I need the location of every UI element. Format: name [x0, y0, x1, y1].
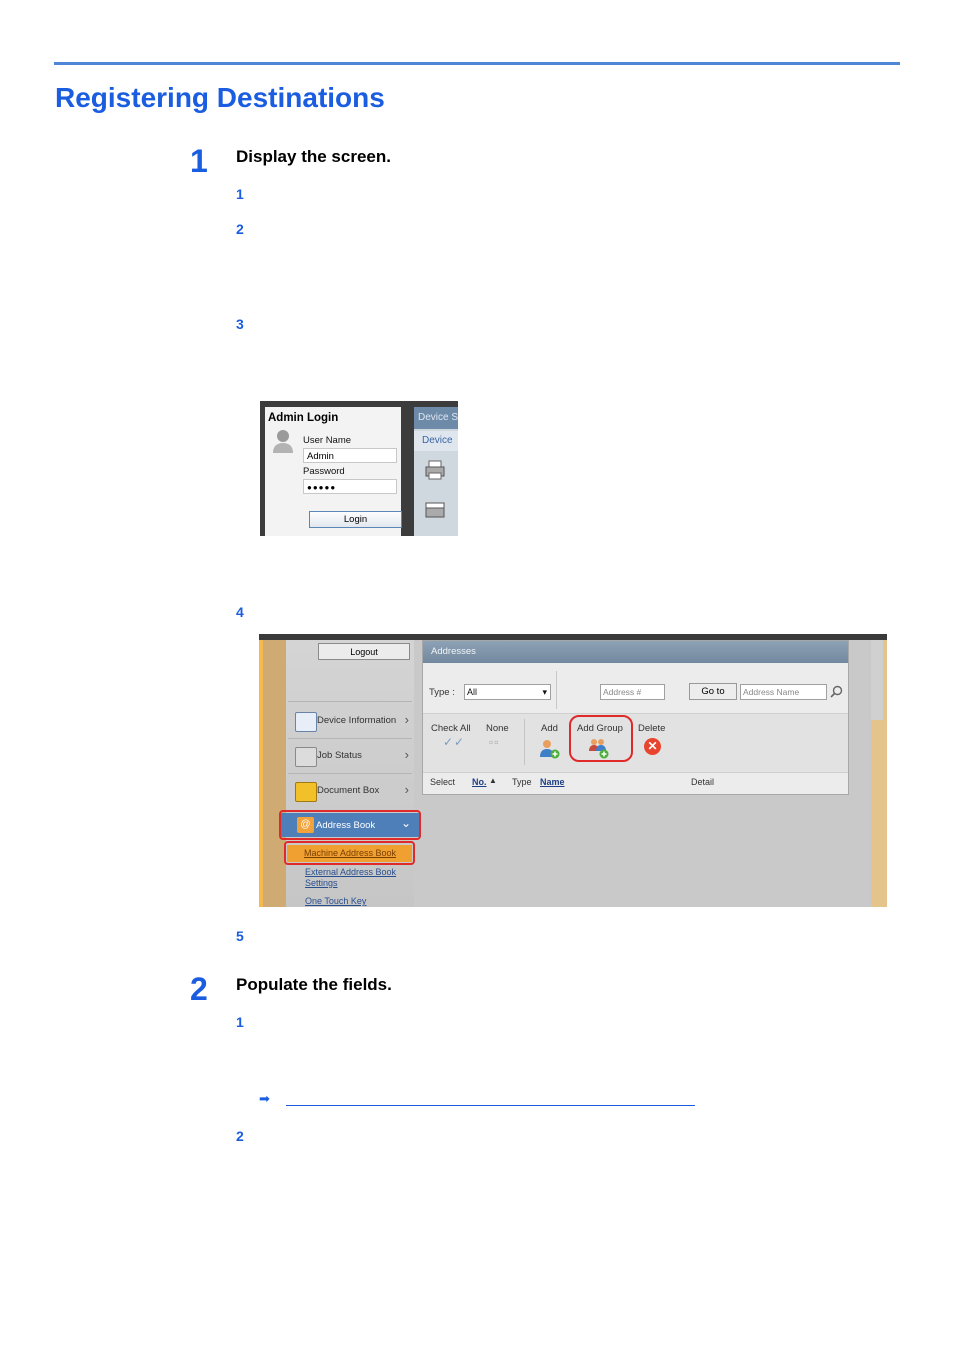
delete-icon: ✕	[644, 738, 661, 755]
arrow-right-icon: ➡	[259, 1091, 270, 1106]
addresses-panel-header: Addresses	[423, 641, 848, 663]
add-user-icon	[540, 740, 560, 759]
page-title: Registering Destinations	[55, 82, 385, 113]
substep-1-3: 3	[236, 316, 244, 332]
nav-device-information[interactable]: Device Information ›	[293, 706, 411, 736]
external-address-book-link-line2[interactable]: Settings	[305, 878, 338, 888]
highlight-machine-address-book	[284, 841, 415, 865]
delete-button[interactable]: Delete	[638, 723, 665, 734]
toolbar-divider	[556, 671, 557, 709]
external-address-book-link[interactable]: External Address Book	[305, 867, 396, 877]
user-icon	[273, 430, 293, 453]
password-field[interactable]: ●●●●●	[303, 479, 397, 494]
substep-1-4: 4	[236, 604, 244, 620]
step-1-number: 1	[190, 143, 208, 179]
scrollbar[interactable]	[871, 640, 883, 720]
substep-2-2: 2	[236, 1128, 244, 1144]
toolbar-band	[423, 713, 848, 773]
column-detail: Detail	[691, 777, 715, 787]
uncheck-icon: ▫▫	[489, 735, 500, 749]
goto-button[interactable]: Go to	[689, 683, 737, 700]
column-no[interactable]: No.	[472, 777, 487, 787]
check-all-icon: ✓✓	[443, 735, 466, 749]
login-button[interactable]: Login	[309, 511, 402, 528]
left-frame-inner	[263, 634, 286, 907]
step-2-number: 2	[190, 971, 208, 1007]
substep-2-1: 1	[236, 1014, 244, 1030]
printer-icon	[425, 460, 445, 480]
step-1-title: Display the screen.	[236, 147, 391, 166]
chevron-down-icon: ▾	[542, 687, 547, 697]
nav-separator	[288, 773, 412, 774]
one-touch-key-link[interactable]: One Touch Key	[305, 896, 366, 906]
logout-button[interactable]: Logout	[318, 643, 410, 660]
add-button[interactable]: Add	[541, 723, 558, 734]
nav-job-status-label: Job Status	[317, 750, 362, 761]
nav-document-box-label: Document Box	[317, 785, 380, 796]
device-menu-partial: Device S Device	[414, 407, 458, 536]
check-all-button[interactable]: Check All	[431, 723, 471, 734]
user-name-label: User Name	[303, 435, 352, 446]
column-type: Type	[512, 777, 532, 787]
document-box-icon	[295, 782, 317, 802]
sort-ascending-icon: ▲	[489, 776, 497, 785]
nav-device-information-label: Device Information	[317, 715, 397, 726]
nav-separator	[288, 701, 412, 702]
device-status-tab[interactable]: Device S	[414, 407, 458, 429]
column-select: Select	[430, 777, 456, 787]
type-select-value: All	[467, 687, 478, 697]
type-select[interactable]: All ▾	[464, 684, 551, 700]
nav-job-status[interactable]: Job Status ›	[293, 741, 411, 771]
substep-1-5: 5	[236, 928, 244, 944]
device-info-icon	[295, 712, 317, 732]
reference-link-underline[interactable]	[286, 1105, 695, 1106]
address-book-screenshot: Logout Device Information › Job Status ›…	[259, 634, 887, 907]
step-2-title: Populate the fields.	[236, 975, 392, 994]
search-icon[interactable]	[830, 685, 843, 698]
nav-document-box[interactable]: Document Box ›	[293, 776, 411, 806]
column-name[interactable]: Name	[540, 777, 565, 787]
none-button[interactable]: None	[486, 723, 509, 734]
admin-login-title: Admin Login	[268, 412, 339, 424]
chevron-right-icon: ›	[404, 782, 409, 797]
chevron-right-icon: ›	[404, 712, 409, 727]
chevron-right-icon: ›	[404, 747, 409, 762]
toolbar-divider	[524, 719, 525, 765]
top-rule	[54, 62, 900, 65]
address-number-input[interactable]: Address #	[600, 684, 665, 700]
highlight-address-book	[279, 810, 421, 840]
highlight-add-group	[569, 715, 633, 762]
device-sub-item[interactable]: Device	[414, 431, 458, 451]
nav-separator	[288, 738, 412, 739]
password-label: Password	[303, 466, 345, 477]
admin-login-panel: Admin Login User Name Admin Password ●●●…	[265, 407, 402, 536]
substep-1-1: 1	[236, 186, 244, 202]
user-name-field[interactable]: Admin	[303, 448, 397, 463]
type-label: Type :	[429, 687, 455, 698]
admin-login-screenshot: Admin Login User Name Admin Password ●●●…	[260, 401, 458, 536]
addresses-panel: Addresses Type : All ▾ Address # Go to A…	[422, 640, 849, 795]
job-status-icon	[295, 747, 317, 767]
address-name-input[interactable]: Address Name	[740, 684, 827, 700]
substep-1-2: 2	[236, 221, 244, 237]
scanner-icon	[425, 502, 445, 518]
